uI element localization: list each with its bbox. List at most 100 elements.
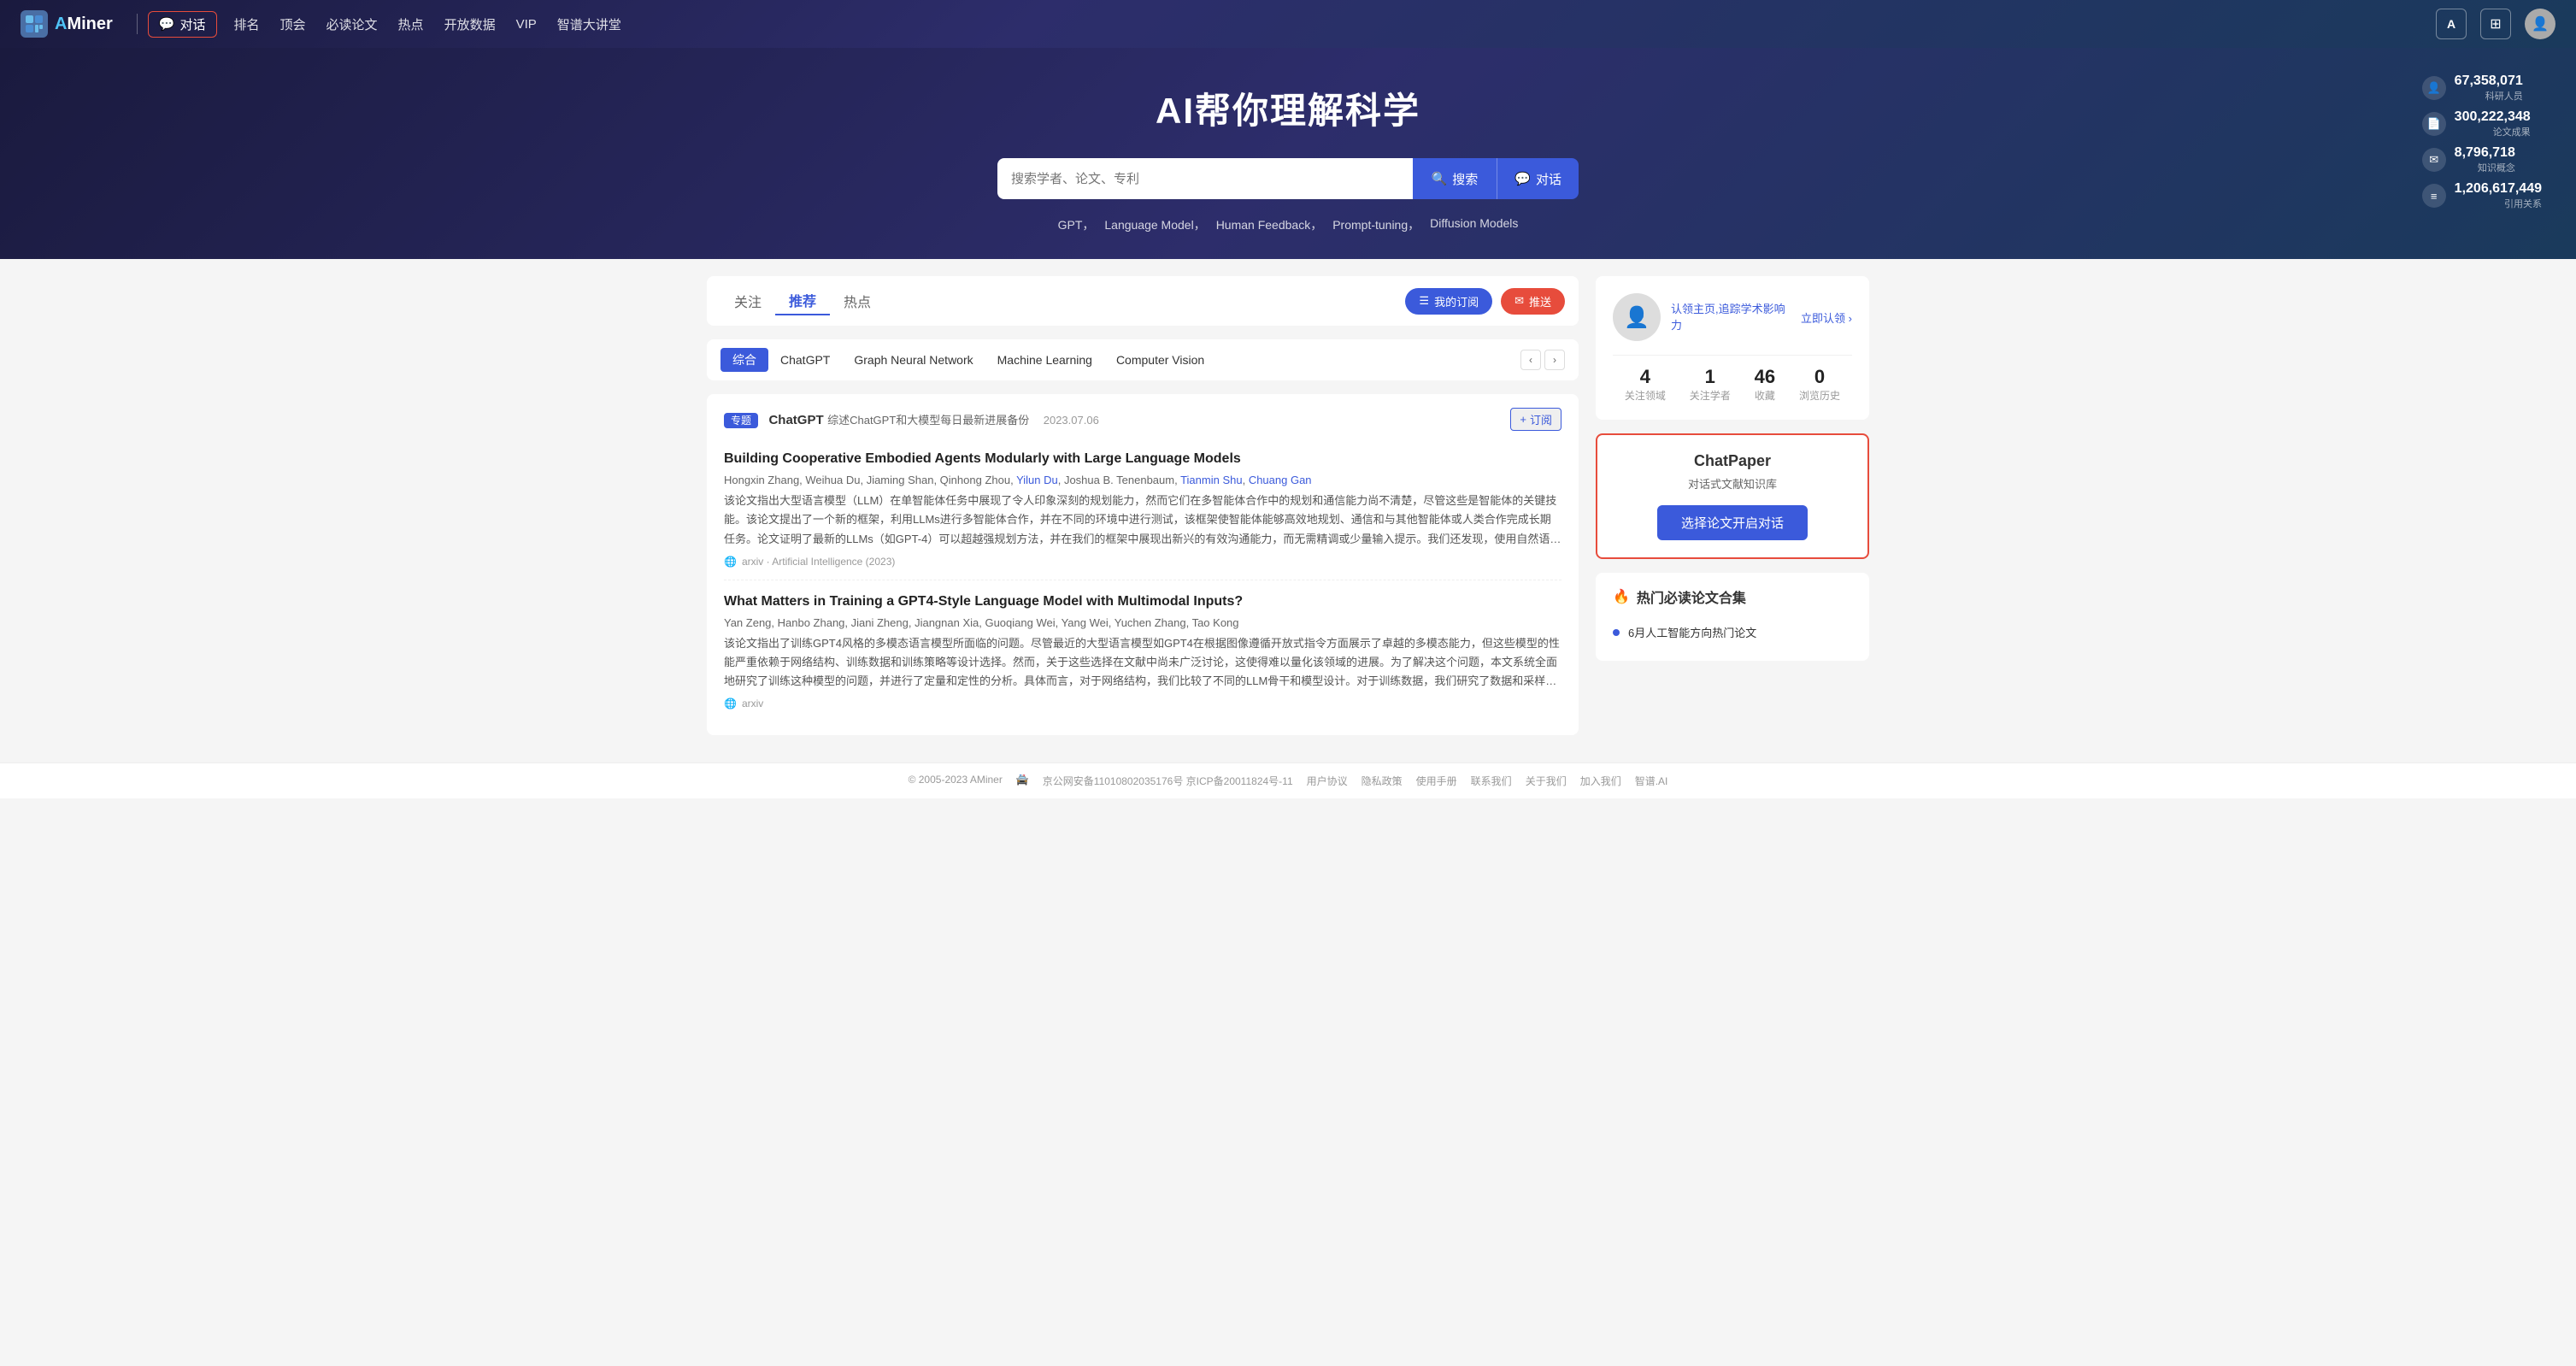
nav-hotspot[interactable]: 热点 <box>388 12 434 37</box>
section-date: 2023.07.06 <box>1044 414 1099 427</box>
plain-authors-1: Hongxin Zhang, Weihua Du, Jiaming Shan, … <box>724 474 1016 486</box>
highlight-author-1-1[interactable]: Tianmin Shu <box>1180 474 1243 486</box>
footer-manual[interactable]: 使用手册 <box>1416 774 1457 788</box>
footer-contact[interactable]: 联系我们 <box>1471 774 1512 788</box>
logo-icon <box>21 10 48 38</box>
user-avatar-btn[interactable]: 👤 <box>2525 9 2555 39</box>
subscribe-btn[interactable]: ☰ 我的订阅 <box>1405 288 1492 315</box>
section-desc: 综述ChatGPT和大模型每日最新进展备份 <box>827 414 1029 427</box>
paper-item-1: Building Cooperative Embodied Agents Mod… <box>724 438 1561 580</box>
nav-mustread[interactable]: 必读论文 <box>316 12 388 37</box>
user-info: 认领主页,追踪学术影响力 <box>1671 300 1791 334</box>
nav-dialog[interactable]: 💬 对话 <box>148 11 217 38</box>
paper-title-2[interactable]: What Matters in Training a GPT4-Style La… <box>724 592 1561 611</box>
stat-researcher-num: 67,358,071 <box>2455 74 2523 89</box>
user-stat-follow-scholar: 1 关注学者 <box>1690 366 1731 403</box>
section-badge: 专题 <box>724 413 758 428</box>
footer-icp: 京公网安备11010802035176号 京ICP备20011824号-11 <box>1043 774 1293 788</box>
stat-collect-num: 46 <box>1755 366 1775 388</box>
claim-now-btn[interactable]: 立即认领 › <box>1801 309 1852 326</box>
subtab-arrows: ‹ › <box>1520 350 1565 370</box>
nav-vip[interactable]: VIP <box>506 14 547 35</box>
stat-collect-label: 收藏 <box>1755 388 1775 403</box>
nav-ranking[interactable]: 排名 <box>224 12 270 37</box>
subtab-cv[interactable]: Computer Vision <box>1104 350 1216 370</box>
hero-title: AI帮你理解科学 <box>17 82 2559 134</box>
subtab-gnn[interactable]: Graph Neural Network <box>842 350 985 370</box>
tab-follow[interactable]: 关注 <box>720 287 775 315</box>
footer-about[interactable]: 关于我们 <box>1526 774 1567 788</box>
hot-papers-card: 🔥 热门必读论文合集 6月人工智能方向热门论文 <box>1596 573 1869 661</box>
hot-paper-item-1[interactable]: 6月人工智能方向热门论文 <box>1613 617 1852 647</box>
nav-topconf[interactable]: 顶会 <box>270 12 316 37</box>
tab-recommend[interactable]: 推荐 <box>775 286 830 315</box>
subtab-ml[interactable]: Machine Learning <box>985 350 1104 370</box>
paper-meta-1: 🌐 arxiv · Artificial Intelligence (2023) <box>724 556 1561 568</box>
highlight-author-1-2[interactable]: Chuang Gan <box>1249 474 1312 486</box>
tag-dm[interactable]: Diffusion Models <box>1430 216 1518 233</box>
footer-zhipu[interactable]: 智谱.AI <box>1635 774 1668 788</box>
stat-researcher-icon: 👤 <box>2422 76 2446 100</box>
chat-icon: 💬 <box>1514 171 1531 186</box>
nav-lecture[interactable]: 智谱大讲堂 <box>547 12 632 37</box>
chat-button[interactable]: 💬 对话 <box>1497 158 1579 199</box>
paper-item-2: What Matters in Training a GPT4-Style La… <box>724 580 1561 722</box>
paper-meta-2: 🌐 arxiv <box>724 698 1561 709</box>
stat-papers: 📄 300,222,348 论文成果 <box>2422 109 2542 138</box>
stat-paper-label: 论文成果 <box>2455 125 2531 138</box>
header-right: A ⊞ 👤 <box>2436 9 2555 39</box>
tag-gpt[interactable]: GPT， <box>1058 216 1095 233</box>
stat-follow-field-label: 关注领域 <box>1625 388 1666 403</box>
hot-icon: 🔥 <box>1613 588 1630 605</box>
tag-lm[interactable]: Language Model， <box>1104 216 1205 233</box>
hot-paper-label-1: 6月人工智能方向热门论文 <box>1628 624 1756 640</box>
stat-paper-icon: 📄 <box>2422 112 2446 136</box>
grid-btn[interactable]: ⊞ <box>2480 9 2511 39</box>
chatpaper-open-btn[interactable]: 选择论文开启对话 <box>1657 505 1808 540</box>
user-avatar: 👤 <box>1613 293 1661 341</box>
header-divider <box>137 14 138 34</box>
paper-source-1: arxiv · Artificial Intelligence (2023) <box>742 556 895 568</box>
search-input[interactable] <box>997 158 1413 199</box>
stat-follow-scholar-num: 1 <box>1690 366 1731 388</box>
subtab-all[interactable]: 综合 <box>720 348 768 372</box>
footer-user-agreement[interactable]: 用户协议 <box>1307 774 1348 788</box>
main-content: 关注 推荐 热点 ☰ 我的订阅 ✉ 推送 综合 ChatGPT Graph Ne… <box>690 259 1886 762</box>
paper-title-1[interactable]: Building Cooperative Embodied Agents Mod… <box>724 450 1561 468</box>
paper-abstract-1: 该论文指出大型语言模型（LLM）在单智能体任务中展现了令人印象深刻的规划能力，然… <box>724 492 1561 548</box>
footer-privacy[interactable]: 隐私政策 <box>1362 774 1403 788</box>
hero-tags: GPT， Language Model， Human Feedback， Pro… <box>17 216 2559 233</box>
paper-source-2: arxiv <box>742 698 763 709</box>
paper-authors-2: Yan Zeng, Hanbo Zhang, Jiani Zheng, Jian… <box>724 616 1561 629</box>
tab-actions: ☰ 我的订阅 ✉ 推送 <box>1405 288 1565 315</box>
dialog-icon: 💬 <box>159 16 175 32</box>
section-subscribe-btn[interactable]: + 订阅 <box>1510 408 1561 431</box>
tag-pt[interactable]: Prompt-tuning， <box>1332 216 1420 233</box>
stats-panel: 👤 67,358,071 科研人员 📄 300,222,348 论文成果 ✉ 8… <box>2422 74 2542 210</box>
nav-opendata[interactable]: 开放数据 <box>434 12 506 37</box>
highlight-author-1-0[interactable]: Yilun Du <box>1016 474 1058 486</box>
push-btn[interactable]: ✉ 推送 <box>1501 288 1565 315</box>
tag-hf[interactable]: Human Feedback， <box>1216 216 1323 233</box>
user-card-top: 👤 认领主页,追踪学术影响力 立即认领 › <box>1613 293 1852 341</box>
stat-history-label: 浏览历史 <box>1799 388 1840 403</box>
claim-desc: 认领主页,追踪学术影响力 <box>1671 300 1791 333</box>
subtab-next[interactable]: › <box>1544 350 1565 370</box>
footer-join[interactable]: 加入我们 <box>1580 774 1621 788</box>
subtab-chatgpt[interactable]: ChatGPT <box>768 350 842 370</box>
right-panel: 👤 认领主页,追踪学术影响力 立即认领 › 4 关注领域 1 关注学者 <box>1596 276 1869 745</box>
stat-concept-label: 知识概念 <box>2455 161 2515 174</box>
tab-hot[interactable]: 热点 <box>830 287 885 315</box>
stat-citations: ≡ 1,206,617,449 引用关系 <box>2422 181 2542 210</box>
article-section-chatgpt: 专题 ChatGPT 综述ChatGPT和大模型每日最新进展备份 2023.07… <box>707 394 1579 735</box>
search-button[interactable]: 🔍 搜索 <box>1413 158 1497 199</box>
sub-tabs-row: 综合 ChatGPT Graph Neural Network Machine … <box>707 339 1579 380</box>
stat-concept-icon: ✉ <box>2422 148 2446 172</box>
logo[interactable]: AMiner <box>21 10 113 38</box>
header: AMiner 💬 对话 排名 顶会 必读论文 热点 开放数据 VIP 智谱大讲堂… <box>0 0 2576 48</box>
subtab-prev[interactable]: ‹ <box>1520 350 1541 370</box>
translate-icon: A <box>2447 17 2455 31</box>
user-stats: 4 关注领域 1 关注学者 46 收藏 0 浏览历史 <box>1613 355 1852 403</box>
translate-btn[interactable]: A <box>2436 9 2467 39</box>
search-icon: 🔍 <box>1432 171 1448 186</box>
